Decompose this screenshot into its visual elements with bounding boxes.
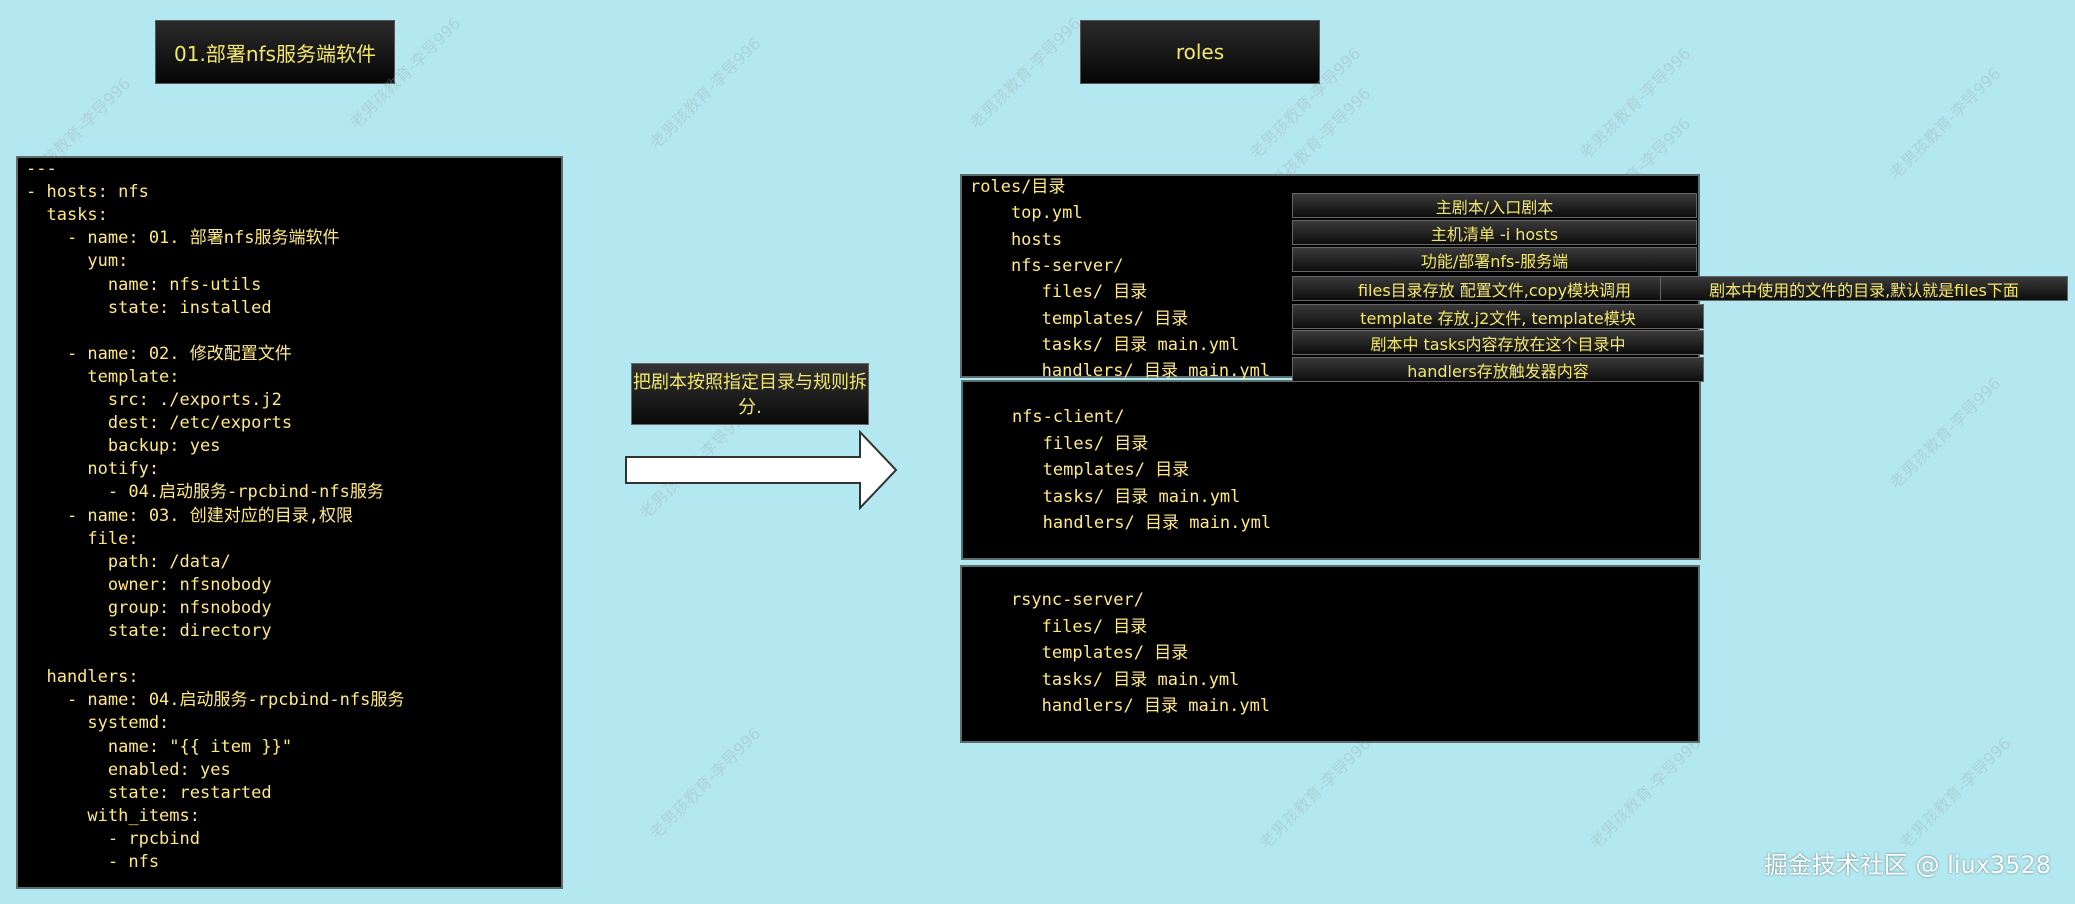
footer-credit: 掘金技术社区 @ liux3528 (1764, 845, 2051, 880)
watermark-text: 老男孩教育-李导996 (1886, 373, 2005, 493)
code-line: tasks: (26, 205, 108, 226)
note-nfs-server: 功能/部署nfs-服务端 (1292, 247, 1697, 272)
code-line: files/ 目录 (971, 433, 1149, 454)
code-line: tasks/ 目录 main.yml (970, 669, 1240, 690)
note-text: 剧本中使用的文件的目录,默认就是files下面 (1709, 280, 2019, 300)
note-text: 剧本中 tasks内容存放在这个目录中 (1370, 334, 1626, 354)
code-line: - rpcbind (26, 828, 200, 849)
code-line: templates/ 目录 (970, 643, 1189, 663)
code-line: files/ 目录 (970, 616, 1148, 637)
watermark-text: 老男孩教育-李导996 (646, 33, 765, 153)
code-line: nfs-client/ (971, 407, 1125, 427)
code-line: path: /data/ (26, 551, 231, 572)
note-top-yml: 主剧本/入口剧本 (1292, 193, 1697, 218)
code-line: - 04.启动服务-rpcbind-nfs服务 (26, 482, 384, 503)
code-line: yum: (26, 251, 129, 272)
note-templates: template 存放.j2文件, template模块 (1292, 304, 1704, 329)
watermark-text: 老男孩教育-李导996 (1256, 733, 1375, 853)
note-files: files目录存放 配置文件,copy模块调用 (1292, 276, 1697, 301)
code-line: --- (26, 159, 57, 179)
code-line: name: "{{ item }}" (26, 736, 293, 757)
split-action-label: 把剧本按照指定目录与规则拆分. (631, 363, 869, 425)
code-line: files/ 目录 (970, 282, 1148, 303)
code-line: roles/目录 (970, 177, 1066, 197)
code-line: src: ./exports.j2 (26, 390, 282, 410)
code-line: backup: yes (26, 436, 221, 457)
code-line: name: nfs-utils (26, 274, 262, 295)
right-arrow-icon (625, 430, 898, 510)
footer-text: 掘金技术社区 @ liux3528 (1763, 851, 2051, 879)
code-line: templates/ 目录 (970, 308, 1189, 329)
note-files-extra: 剧本中使用的文件的目录,默认就是files下面 (1660, 276, 2068, 301)
code-line: hosts (970, 229, 1063, 250)
watermark-text: 老男孩教育-李导996 (1896, 733, 2015, 853)
note-text: files目录存放 配置文件,copy模块调用 (1357, 280, 1632, 300)
watermark-text: 老男孩教育-李导996 (646, 723, 765, 843)
code-line: file: (26, 528, 139, 549)
code-line: state: restarted (26, 782, 272, 803)
code-line: enabled: yes (26, 759, 231, 780)
roles-nfs-client-panel: nfs-client/ files/ 目录 templates/ 目录 task… (961, 380, 1701, 560)
note-tasks: 剧本中 tasks内容存放在这个目录中 (1292, 330, 1704, 355)
watermark-text: 老男孩教育-李导996 (1586, 733, 1705, 853)
code-line: notify: (26, 459, 160, 480)
watermark-text: 老男孩教育-李导996 (966, 13, 1085, 133)
code-line: - nfs (26, 852, 160, 872)
right-title-text: roles (1175, 40, 1225, 64)
code-line: tasks/ 目录 main.yml (971, 486, 1241, 507)
code-line: tasks/ 目录 main.yml (970, 334, 1240, 355)
note-text: 功能/部署nfs-服务端 (1420, 251, 1569, 271)
code-line: owner: nfsnobody (26, 574, 272, 595)
right-title: roles (1080, 20, 1320, 84)
split-action-text: 把剧本按照指定目录与规则拆分. (633, 372, 867, 418)
code-line: group: nfsnobody (26, 597, 272, 618)
code-line: top.yml (970, 203, 1083, 224)
code-line: handlers: (26, 667, 139, 688)
note-text: 主机清单 -i hosts (1430, 224, 1559, 244)
code-line: systemd: (26, 713, 170, 734)
code-line: rsync-server/ (970, 590, 1144, 610)
code-line: - name: 01. 部署nfs服务端软件 (26, 228, 340, 249)
watermark-text: 老男孩教育-李导996 (1886, 63, 2005, 183)
code-line: templates/ 目录 (971, 460, 1190, 480)
code-line: state: installed (26, 297, 272, 318)
left-title-text: 01.部署nfs服务端软件 (174, 41, 376, 66)
code-line: - hosts: nfs (26, 182, 149, 203)
code-line: state: directory (26, 621, 272, 641)
left-title: 01.部署nfs服务端软件 (155, 20, 395, 84)
code-line: handlers/ 目录 main.yml (971, 513, 1272, 533)
roles-rsync-server-panel: rsync-server/ files/ 目录 templates/ 目录 ta… (960, 565, 1700, 743)
code-line: nfs-server/ (970, 255, 1124, 276)
code-line: with_items: (26, 805, 200, 826)
note-text: 主剧本/入口剧本 (1435, 197, 1554, 217)
code-line: dest: /etc/exports (26, 413, 293, 434)
code-line: - name: 04.启动服务-rpcbind-nfs服务 (26, 690, 405, 711)
note-handlers: handlers存放触发器内容 (1292, 357, 1704, 382)
code-line: handlers/ 目录 main.yml (970, 696, 1271, 716)
note-text: handlers存放触发器内容 (1407, 361, 1589, 381)
note-text: template 存放.j2文件, template模块 (1360, 308, 1636, 328)
note-hosts: 主机清单 -i hosts (1292, 220, 1697, 245)
playbook-code-panel: --- - hosts: nfs tasks: - name: 01. 部署nfs… (16, 156, 563, 889)
code-line: - name: 02. 修改配置文件 (26, 343, 292, 364)
code-line: - name: 03. 创建对应的目录,权限 (26, 505, 353, 526)
code-line: template: (26, 366, 180, 387)
